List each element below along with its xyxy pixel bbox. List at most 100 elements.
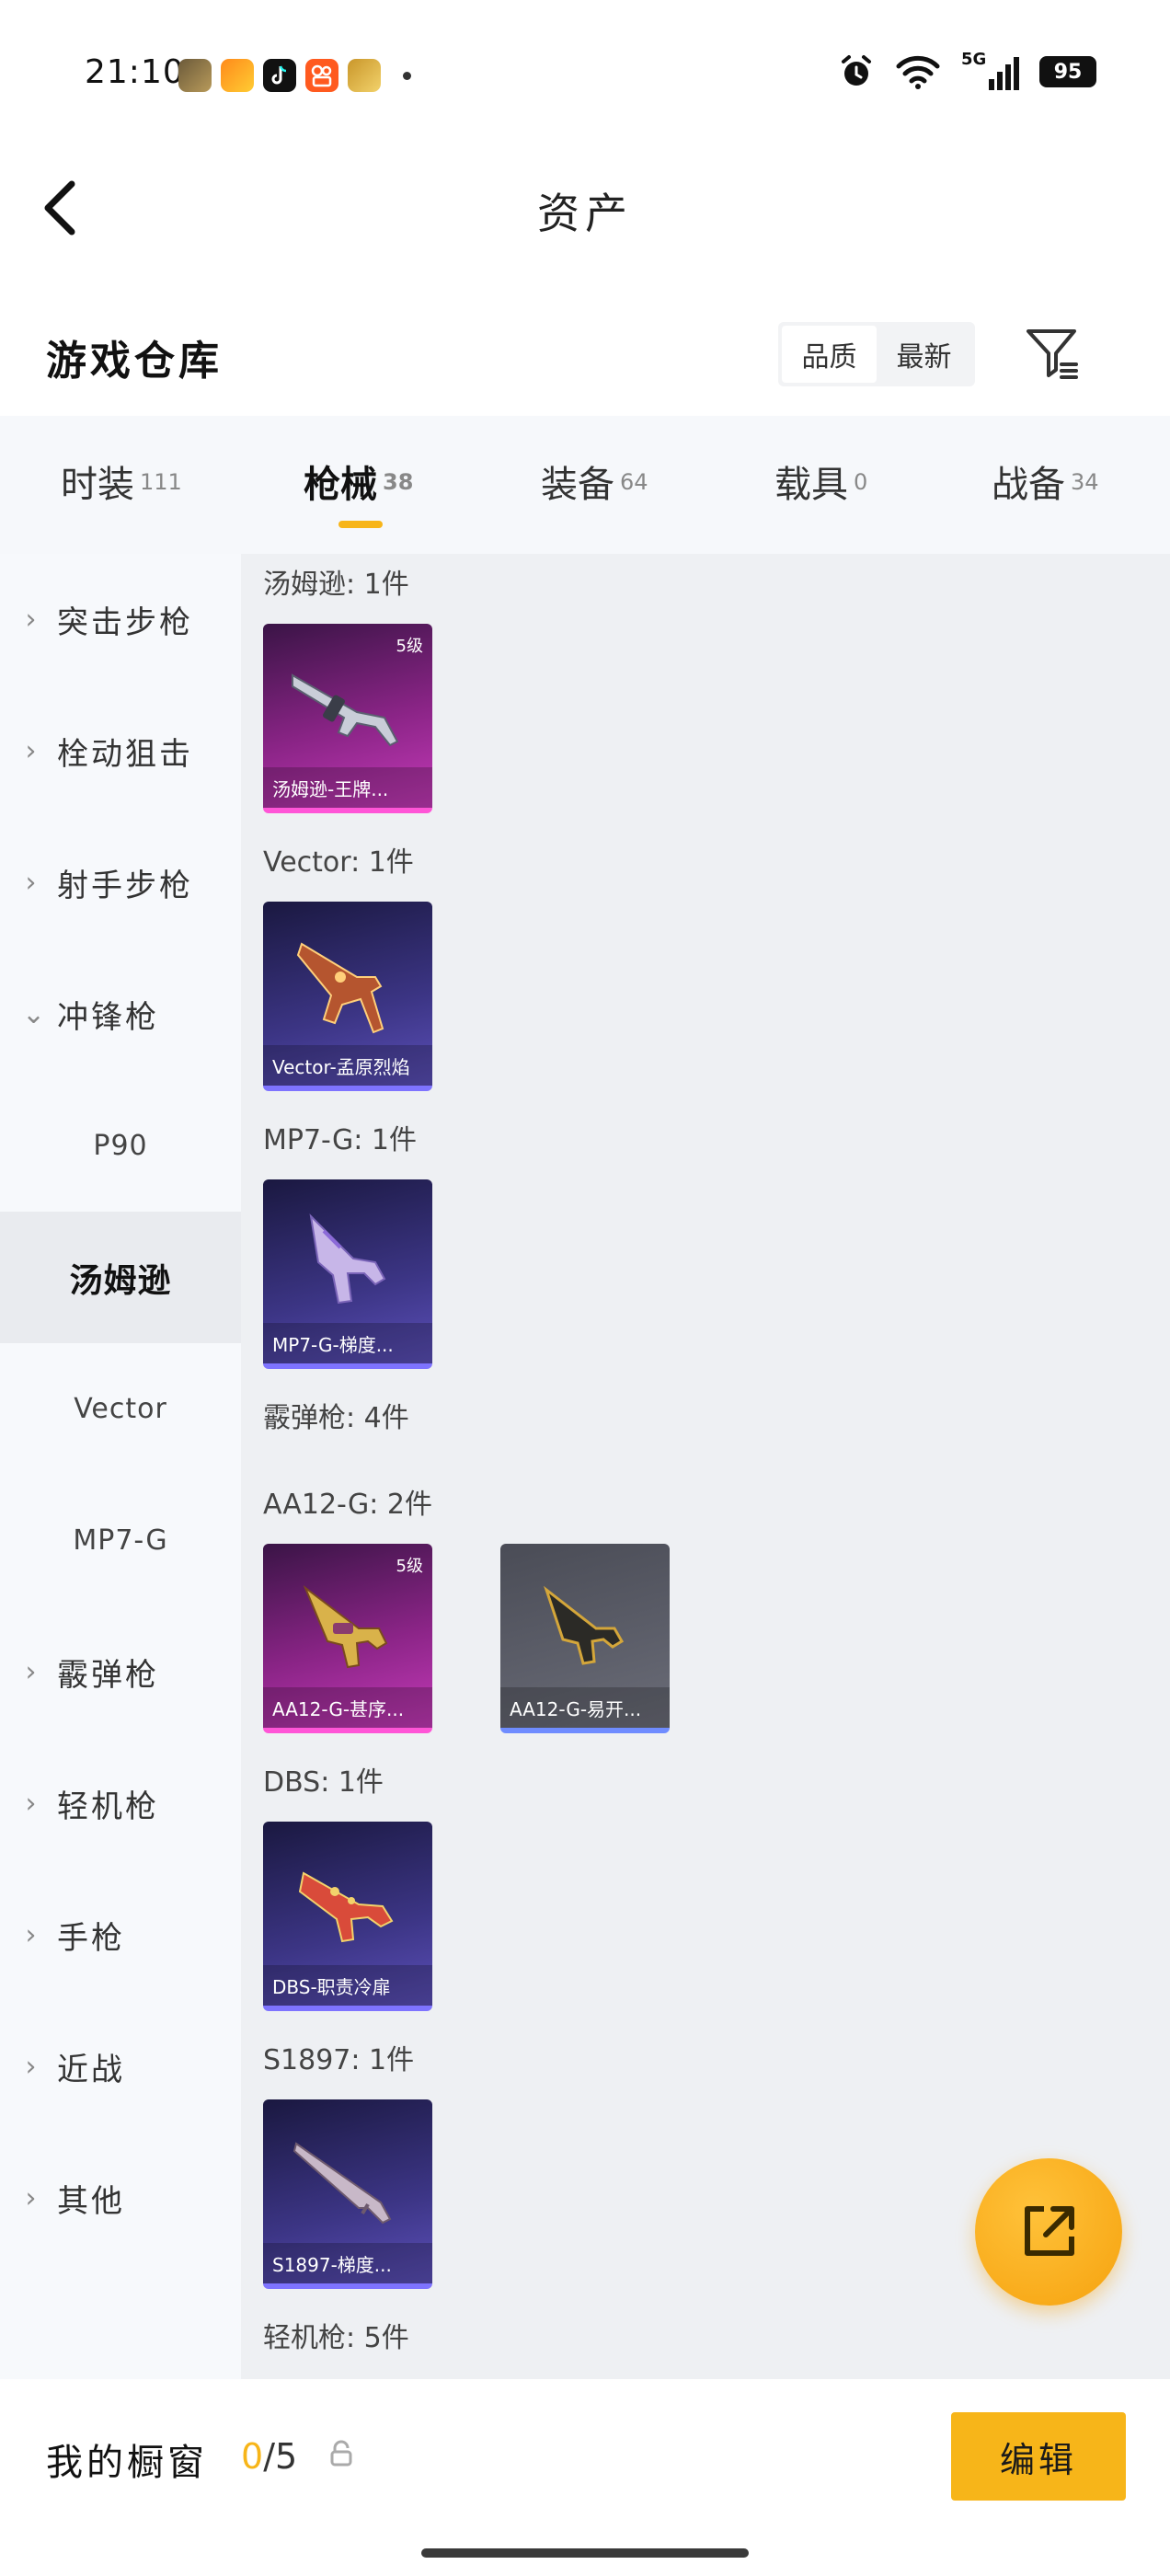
- sidebar-item-pistol[interactable]: › 手枪: [0, 1869, 241, 2001]
- tab-label: 时装: [61, 464, 134, 506]
- share-fab-button[interactable]: [975, 2158, 1122, 2306]
- weapon-card-caption: Vector-孟原烈焰: [263, 1045, 432, 1086]
- category-tabs: 时装 111 枪械 38 装备 64 载具 0 战备 34: [0, 416, 1170, 554]
- showcase-label: 我的橱窗: [46, 2442, 208, 2484]
- sidebar-item-label: 手枪: [57, 1920, 125, 1957]
- tab-combat-supplies[interactable]: 战备 34: [992, 454, 1099, 508]
- sidebar-subitem-thompson[interactable]: 汤姆逊: [0, 1212, 241, 1343]
- sidebar-item-melee[interactable]: › 近战: [0, 2001, 241, 2133]
- sidebar-item-other[interactable]: › 其他: [0, 2133, 241, 2264]
- sidebar-item-label: 射手步枪: [57, 868, 193, 904]
- group-label: 轻机枪: 5件: [263, 2322, 409, 2354]
- signal-indicator: 5G: [961, 50, 1019, 90]
- tab-label: 枪械: [304, 464, 377, 506]
- sidebar-item-label: 霰弹枪: [57, 1657, 159, 1694]
- weapon-card[interactable]: Vector-孟原烈焰: [263, 902, 432, 1091]
- group-label: 霰弹枪: 4件: [263, 1402, 409, 1434]
- sidebar-subitem-p90[interactable]: P90: [0, 1080, 241, 1212]
- weapon-card[interactable]: DBS-职责冷扉: [263, 1822, 432, 2011]
- group-label: AA12-G: 2件: [263, 1489, 432, 1521]
- tab-label: 载具: [774, 464, 848, 506]
- showcase-bar: 我的橱窗 0/5 编辑: [0, 2379, 1170, 2576]
- weapon-image: [292, 673, 399, 747]
- sidebar-item-lmg[interactable]: › 轻机枪: [0, 1738, 241, 1869]
- sidebar-item-shotgun[interactable]: › 霰弹枪: [0, 1606, 241, 1738]
- showcase-total: /5: [263, 2436, 298, 2477]
- battery-indicator: 95: [1039, 56, 1096, 87]
- screen: 21:10 5G 95 资产 游戏仓库 品质 最新 时装 111 枪械 38 装…: [0, 0, 1170, 2576]
- weapon-image: [296, 942, 384, 1034]
- sidebar-item-label: 突击步枪: [57, 604, 193, 641]
- weapon-list: 汤姆逊: 1件 5级 汤姆逊-王牌... Vector: 1件 Vector-孟…: [241, 554, 1170, 2403]
- sidebar-item-label: 近战: [57, 2052, 125, 2088]
- group-label: DBS: 1件: [263, 1766, 384, 1799]
- tab-fashion[interactable]: 时装 111: [61, 454, 182, 508]
- tab-count: 0: [854, 469, 868, 495]
- filter-button[interactable]: [1021, 322, 1084, 385]
- weapon-card-caption: AA12-G-易开...: [500, 1687, 670, 1728]
- lock-icon: [330, 2440, 352, 2467]
- sidebar-subitem-vector[interactable]: Vector: [0, 1343, 241, 1475]
- weapon-type-sidebar: › 突击步枪 › 栓动狙击 › 射手步枪 ⌄ 冲锋枪 P90 汤姆逊 Vector MP…: [0, 554, 241, 2403]
- kuaishou-app-icon: [305, 59, 338, 92]
- weapon-image: [303, 1584, 388, 1669]
- active-tab-indicator: [338, 521, 383, 528]
- chevron-right-icon: ›: [25, 2051, 40, 2083]
- sidebar-item-assault-rifle[interactable]: › 突击步枪: [0, 554, 241, 685]
- game-app-icon: [348, 59, 381, 92]
- weapon-card-caption: MP7-G-梯度...: [263, 1323, 432, 1363]
- tab-count: 111: [140, 469, 182, 495]
- sidebar-subitem-mp7g[interactable]: MP7-G: [0, 1475, 241, 1606]
- edit-button[interactable]: 编辑: [951, 2412, 1126, 2501]
- sort-toggle: 品质 最新: [778, 322, 975, 386]
- chevron-right-icon: ›: [25, 1656, 40, 1688]
- sidebar-item-label: 其他: [57, 2183, 125, 2220]
- share-external-icon: [1025, 2206, 1074, 2256]
- weapon-card[interactable]: 5级 AA12-G-甚序...: [263, 1544, 432, 1733]
- tab-label: 战备: [992, 464, 1065, 506]
- home-indicator[interactable]: [421, 2548, 749, 2558]
- sidebar-item-label: 轻机枪: [57, 1788, 159, 1825]
- tiktok-app-icon: [263, 59, 296, 92]
- weapon-card[interactable]: 5级 汤姆逊-王牌...: [263, 624, 432, 813]
- sidebar-item-smg[interactable]: ⌄ 冲锋枪: [0, 949, 241, 1080]
- status-time: 21:10: [85, 53, 185, 91]
- sidebar-item-label: 栓动狙击: [57, 736, 193, 773]
- tab-vehicles[interactable]: 载具 0: [774, 454, 867, 508]
- status-right: 5G 95: [838, 50, 1096, 90]
- chevron-right-icon: ›: [25, 1919, 40, 1951]
- notification-dot: [403, 71, 411, 80]
- weapon-card-caption: 汤姆逊-王牌...: [263, 767, 432, 808]
- weapon-image: [544, 1585, 625, 1665]
- tab-label: 装备: [541, 464, 614, 506]
- tab-count: 64: [620, 469, 648, 495]
- chevron-down-icon: ⌄: [22, 998, 49, 1030]
- group-label: MP7-G: 1件: [263, 1124, 417, 1156]
- warehouse-title: 游戏仓库: [46, 338, 223, 385]
- network-type: 5G: [961, 50, 987, 69]
- page-title: 资产: [537, 189, 633, 238]
- weapon-card[interactable]: AA12-G-易开...: [500, 1544, 670, 1733]
- chevron-right-icon: ›: [25, 1788, 40, 1820]
- filter-icon: [1027, 329, 1078, 379]
- chevron-right-icon: ›: [25, 604, 40, 636]
- group-label: 汤姆逊: 1件: [263, 569, 409, 601]
- group-label: S1897: 1件: [263, 2044, 415, 2076]
- taobao-app-icon: [221, 59, 254, 92]
- tab-equipment[interactable]: 装备 64: [541, 454, 648, 508]
- tab-firearms[interactable]: 枪械 38: [304, 454, 413, 508]
- showcase-current: 0: [241, 2436, 264, 2477]
- alarm-icon: [842, 55, 871, 86]
- chevron-right-icon: ›: [25, 735, 40, 767]
- weapon-card-caption: AA12-G-甚序...: [263, 1687, 432, 1728]
- weapon-card[interactable]: MP7-G-梯度...: [263, 1179, 432, 1369]
- sort-option-quality[interactable]: 品质: [782, 326, 877, 383]
- weapon-card[interactable]: S1897-梯度...: [263, 2099, 432, 2289]
- tab-count: 38: [383, 469, 414, 495]
- weapon-card-caption: DBS-职责冷扉: [263, 1965, 432, 2006]
- sidebar-item-marksman-rifle[interactable]: › 射手步枪: [0, 817, 241, 949]
- weapon-image: [298, 1871, 394, 1943]
- weapon-image: [292, 2142, 392, 2225]
- sidebar-item-bolt-sniper[interactable]: › 栓动狙击: [0, 685, 241, 817]
- sort-option-newest[interactable]: 最新: [877, 326, 971, 383]
